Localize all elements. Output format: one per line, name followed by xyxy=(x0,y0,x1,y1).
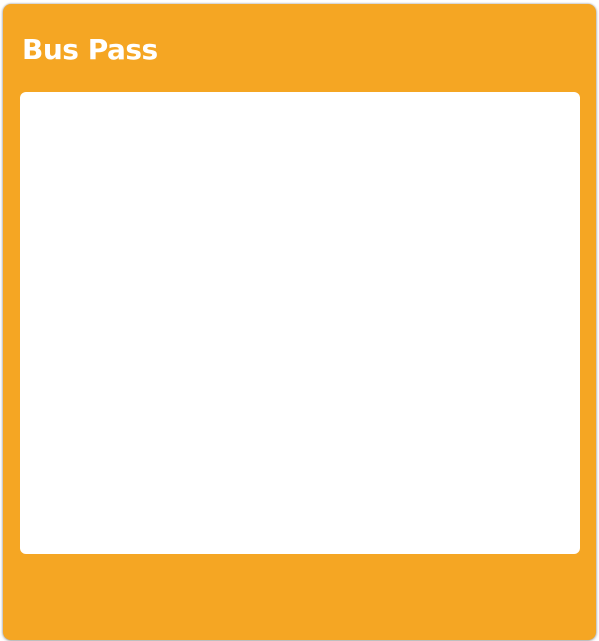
bus-pass-card: Bus Pass xyxy=(3,4,596,640)
card-title: Bus Pass xyxy=(22,33,158,66)
card-content-area xyxy=(20,92,580,554)
